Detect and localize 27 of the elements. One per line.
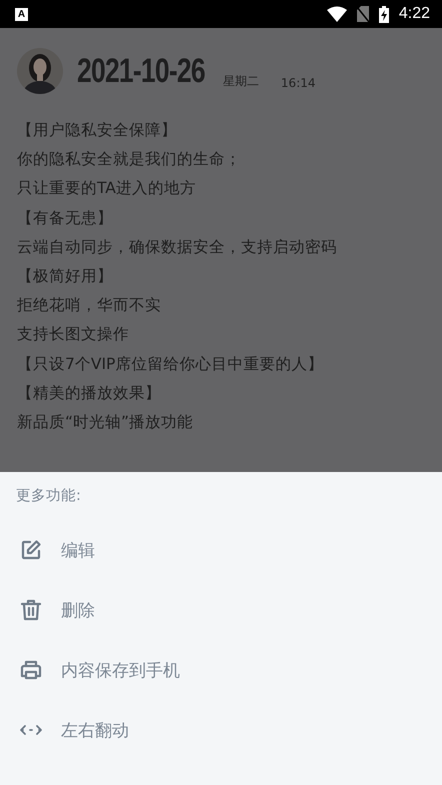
- printer-icon: [19, 658, 43, 682]
- note-line: 拒绝花哨，华而不实: [17, 295, 162, 316]
- note-line: 【极简好用】: [17, 266, 114, 288]
- battery-charging-icon: [378, 6, 389, 22]
- trash-icon: [19, 598, 43, 622]
- note-line: 【精美的播放效果】: [17, 382, 162, 404]
- no-sim-icon: [356, 6, 369, 22]
- note-line: 支持长图文操作: [17, 324, 130, 346]
- note-line: 新品质“时光轴”播放功能: [17, 412, 194, 434]
- note-line: 你的隐私安全就是我们的生命；: [17, 149, 242, 170]
- note-line: 【用户隐私安全保障】: [17, 120, 178, 141]
- wifi-icon: [326, 6, 347, 22]
- menu-item[interactable]: 删除: [61, 598, 95, 622]
- date-title: 2021-10-26: [77, 52, 205, 90]
- menu-item[interactable]: 内容保存到手机: [61, 658, 180, 682]
- app-badge: A: [15, 8, 28, 20]
- sheet-title: 更多功能:: [15, 487, 82, 506]
- menu-item[interactable]: 编辑: [61, 538, 95, 562]
- note-line: 云端自动同步，确保数据安全，支持启动密码: [17, 236, 338, 258]
- note-time: 16:14: [280, 76, 316, 90]
- note-line: 【有备无患】: [17, 208, 114, 229]
- note-line: 【只设7个VIP席位留给你心目中重要的人】: [17, 354, 324, 375]
- weekday: 星期二: [222, 73, 259, 90]
- edit-icon: [19, 538, 43, 562]
- status-time: 4:22: [398, 5, 430, 23]
- menu-item[interactable]: 左右翻动: [61, 718, 129, 742]
- note-line: 只让重要的TA进入的地方: [17, 178, 197, 200]
